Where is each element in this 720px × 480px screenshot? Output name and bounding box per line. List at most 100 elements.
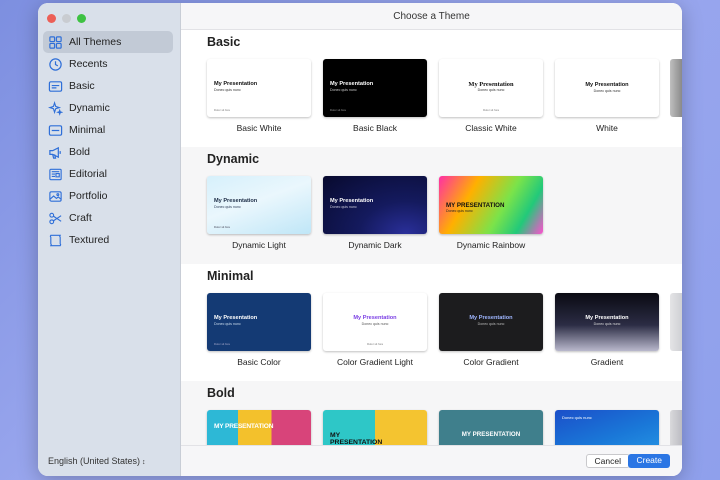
theme-gradient[interactable]: My Presentation Donec quis nunc Gradient [555,293,659,367]
sidebar-item-label: Textured [69,234,110,246]
next-theme-partial[interactable] [670,293,682,351]
sidebar-item-label: Bold [69,146,91,158]
section-title: Minimal [207,269,254,283]
sidebar: All Themes Recents Basic Dynamic Minimal… [38,3,181,476]
section-title: Dynamic [207,152,260,166]
thumb-subtitle: Donec quis nunc [214,205,241,209]
sidebar-item-basic[interactable]: Basic [43,75,173,97]
grid-icon [49,35,62,49]
theme-thumbnail: MY PRESENTATION [323,410,427,445]
theme-thumbnail: MY PRESENTATION Donec quis nunc [439,176,543,234]
slide-minimal-icon [48,124,63,136]
theme-thumbnail: Donec quis nunc [555,410,659,445]
scissors-icon [49,212,62,224]
thumb-footer: Dolor sit fora [214,225,230,229]
newspaper-icon [49,168,62,180]
theme-name: Gradient [590,357,624,367]
thumb-subtitle: Donec quis nunc [477,88,505,92]
thumb-subtitle: Donec quis nunc [214,88,241,92]
theme-color-gradient[interactable]: My Presentation Donec quis nunc Color Gr… [439,293,543,367]
sidebar-item-label: Dynamic [69,102,110,114]
sparkles-icon [48,100,63,116]
theme-color-gradient-light[interactable]: My Presentation Donec quis nunc Dolor si… [323,293,427,367]
sidebar-item-editorial[interactable]: Editorial [43,163,173,185]
section-minimal: Minimal My Presentation Donec quis nunc … [181,264,682,381]
theme-basic-black[interactable]: My Presentation Donec quis nunc Dolor si… [323,59,427,133]
sidebar-item-label: Recents [69,58,108,70]
section-title: Basic [207,35,241,49]
theme-name: Color Gradient Light [336,357,414,367]
next-theme-partial[interactable] [670,410,682,445]
thumb-title: My Presentation [330,81,374,87]
language-selector[interactable]: English (United States) ↕ [48,456,146,466]
theme-dynamic-rainbow[interactable]: MY PRESENTATION Donec quis nunc Dynamic … [439,176,543,250]
cancel-button[interactable]: Cancel [585,454,630,468]
theme-classic-white[interactable]: My Presentation Donec quis nunc Dolor si… [439,59,543,133]
thumb-subtitle: Donec quis nunc [330,205,357,209]
sidebar-item-textured[interactable]: Textured [43,229,173,251]
theme-bold-3[interactable]: MY PRESENTATION [439,410,543,445]
next-theme-partial[interactable] [670,59,682,117]
thumb-title: My Presentation [353,315,397,321]
main-panel: Choose a Theme Basic My Presentation Don… [181,3,682,476]
thumb-title: My Presentation [214,198,258,204]
thumb-subtitle: Donec quis nunc [593,322,621,326]
window-controls [47,14,86,23]
theme-gallery[interactable]: Basic My Presentation Donec quis nunc Do… [181,30,682,445]
thumb-footer: Dolor sit fora [214,342,230,346]
theme-thumbnail: My Presentation Donec quis nunc [323,176,427,234]
window-title: Choose a Theme [181,3,682,30]
section-title: Bold [207,386,235,400]
language-label: English (United States) [48,456,141,466]
thumb-title: My Presentation [214,315,258,321]
minimize-window-button[interactable] [62,14,71,23]
thumb-subtitle: Donec quis nunc [361,322,389,326]
theme-thumbnail: My Presentation Donec quis nunc [555,293,659,351]
theme-name: Classic White [465,123,517,133]
theme-thumbnail: MY PRESENTATION [439,410,543,445]
sidebar-item-dynamic[interactable]: Dynamic [43,97,173,119]
theme-name: Basic Color [237,357,281,367]
theme-name: Basic Black [353,123,397,133]
chevron-updown-icon: ↕ [142,459,146,466]
thumb-title: My Presentation [585,315,629,321]
theme-thumbnail: My Presentation Donec quis nunc Dolor si… [207,293,311,351]
section-bold: Bold MY PRESENTATION MY PRESENTATION MY … [181,381,682,445]
sidebar-item-portfolio[interactable]: Portfolio [43,185,173,207]
sidebar-item-craft[interactable]: Craft [43,207,173,229]
sidebar-item-minimal[interactable]: Minimal [43,119,173,141]
close-window-button[interactable] [47,14,56,23]
theme-dynamic-dark[interactable]: My Presentation Donec quis nunc Dynamic … [323,176,427,250]
thumb-subtitle: Donec quis nunc [593,89,621,93]
theme-name: Dynamic Rainbow [456,240,526,250]
zoom-window-button[interactable] [77,14,86,23]
theme-white[interactable]: My Presentation Donec quis nunc White [555,59,659,133]
thumb-footer: Dolor sit fora [483,108,499,112]
theme-bold-4[interactable]: Donec quis nunc [555,410,659,445]
thumb-title: My Presentation [214,81,258,87]
thumb-title: My Presentation [469,315,513,321]
megaphone-icon [49,146,61,159]
theme-bold-2[interactable]: MY PRESENTATION [323,410,427,445]
thumb-title: My Presentation [468,81,514,88]
theme-dynamic-light[interactable]: My Presentation Donec quis nunc Dolor si… [207,176,311,250]
category-list: All Themes Recents Basic Dynamic Minimal… [43,31,173,251]
sidebar-item-recents[interactable]: Recents [43,53,173,75]
thumb-subtitle: Donec quis nunc [477,322,505,326]
sidebar-item-label: Basic [69,80,95,92]
theme-bold-1[interactable]: MY PRESENTATION [207,410,311,445]
thumb-title: MY PRESENTATION [461,431,521,438]
theme-name: Basic White [236,123,282,133]
sidebar-item-label: Portfolio [69,190,108,202]
theme-name: Dynamic Light [232,240,286,250]
theme-thumbnail: My Presentation Donec quis nunc [439,293,543,351]
theme-basic-white[interactable]: My Presentation Donec quis nunc Dolor si… [207,59,311,133]
sidebar-item-bold[interactable]: Bold [43,141,173,163]
create-button[interactable]: Create [628,454,670,468]
theme-name: Color Gradient [463,357,519,367]
theme-basic-color[interactable]: My Presentation Donec quis nunc Dolor si… [207,293,311,367]
theme-chooser-window: All Themes Recents Basic Dynamic Minimal… [38,3,682,476]
sidebar-item-all-themes[interactable]: All Themes [43,31,173,53]
thumb-title: MY PRESENTATION [330,432,383,445]
theme-thumbnail: My Presentation Donec quis nunc Dolor si… [323,293,427,351]
